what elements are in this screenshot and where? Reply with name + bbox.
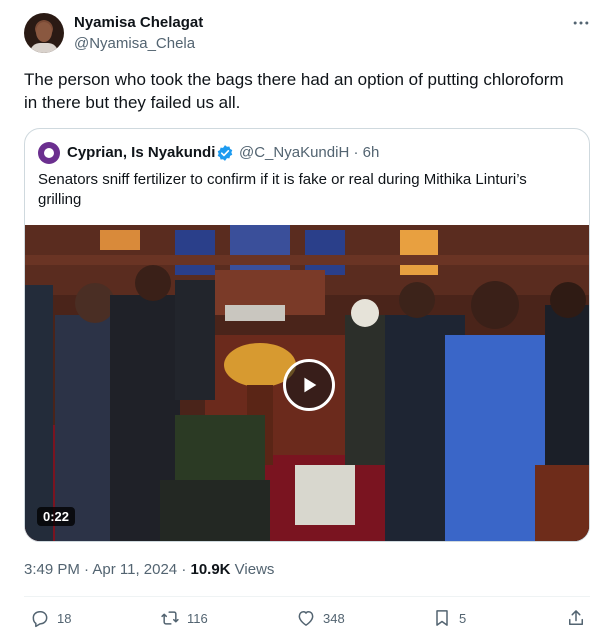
quoted-text-line: Senators sniff fertilizer to confirm if …	[38, 171, 527, 188]
play-icon	[304, 377, 317, 393]
like-button[interactable]: 348	[296, 608, 345, 628]
repost-icon	[161, 611, 179, 625]
avatar-shirt	[30, 43, 58, 53]
play-button[interactable]	[283, 359, 335, 411]
post-meta: 3:49 PM · Apr 11, 2024 · 10.9K Views	[24, 561, 274, 578]
like-icon	[298, 611, 314, 626]
more-options-button[interactable]	[570, 12, 592, 34]
verified-badge-icon	[217, 145, 233, 161]
reply-icon	[32, 611, 48, 628]
like-count: 348	[323, 610, 345, 626]
share-icon	[569, 610, 583, 625]
quoted-author-name: Cyprian, Is Nyakundi	[67, 144, 216, 161]
quoted-handle-time: @C_NyaKundiH · 6h	[239, 144, 380, 161]
video-duration: 0:22	[37, 507, 76, 526]
more-icon	[573, 21, 589, 25]
bookmark-icon	[436, 610, 448, 626]
post-text-line: in there but they failed us all.	[24, 93, 241, 112]
video-player[interactable]: 0:22	[25, 225, 589, 541]
post-card: Nyamisa Chelagat @Nyamisa_Chela The pers…	[0, 0, 614, 642]
author-name[interactable]: Nyamisa Chelagat	[74, 14, 203, 31]
divider	[24, 596, 590, 597]
avatar-face	[36, 22, 52, 42]
views-label: Views	[230, 561, 275, 578]
action-bar: 18 116 348 5	[24, 608, 594, 632]
reply-count: 18	[57, 610, 72, 626]
quoted-text-line: grilling	[38, 191, 82, 208]
author-handle[interactable]: @Nyamisa_Chela	[74, 35, 195, 52]
post-text: The person who took the bags there had a…	[24, 68, 594, 114]
repost-count: 116	[187, 610, 208, 626]
quoted-author-avatar	[38, 142, 60, 164]
share-button[interactable]	[566, 608, 593, 628]
post-text-line: The person who took the bags there had a…	[24, 70, 564, 89]
bookmark-count: 5	[459, 610, 467, 626]
author-avatar[interactable]	[24, 13, 64, 53]
post-timestamp[interactable]: 3:49 PM · Apr 11, 2024 ·	[24, 561, 190, 578]
quoted-post[interactable]: Cyprian, Is Nyakundi @C_NyaKundiH · 6h S…	[24, 128, 590, 542]
bookmark-button[interactable]: 5	[432, 608, 466, 628]
views-count: 10.9K	[190, 561, 231, 578]
reply-button[interactable]: 18	[30, 608, 71, 628]
quoted-text: Senators sniff fertilizer to confirm if …	[38, 170, 573, 210]
repost-button[interactable]: 116	[160, 608, 208, 628]
